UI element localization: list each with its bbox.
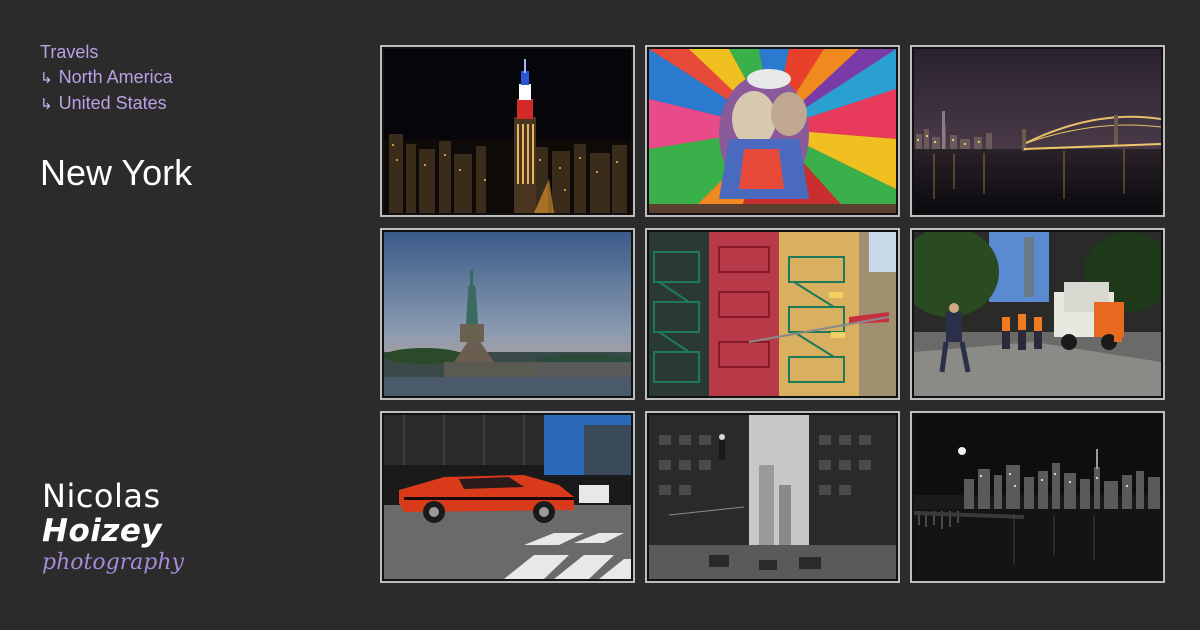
logo-last-name: Hoizey: [42, 513, 163, 549]
statue-of-liberty-photo: [384, 232, 631, 396]
gallery-thumb-red-car[interactable]: [380, 411, 635, 583]
gallery-thumb-fire-escapes[interactable]: [645, 228, 900, 400]
photo-gallery: [380, 45, 1165, 585]
site-logo[interactable]: Nicolas Hoizey photography: [42, 478, 192, 578]
breadcrumb-item-united-states[interactable]: ↳ United States: [40, 91, 173, 117]
breadcrumb-label: North America: [58, 67, 173, 87]
subdirectory-arrow-icon: ↳: [40, 95, 53, 113]
logo-first-name: Nicolas: [42, 477, 161, 515]
page: Travels ↳ North America ↳ United States Ne…: [0, 0, 1200, 630]
bw-avenue-photo: [649, 415, 896, 579]
breadcrumb-item-north-america[interactable]: ↳ North America: [40, 65, 173, 91]
empire-state-night-photo: [384, 49, 631, 213]
page-title: New York: [40, 152, 193, 193]
gallery-thumb-empire-state[interactable]: [380, 45, 635, 217]
bw-skyline-night-photo: [914, 415, 1161, 579]
breadcrumb-item-travels[interactable]: Travels: [40, 40, 173, 65]
red-muscle-car-photo: [384, 415, 631, 579]
gallery-thumb-street-workers[interactable]: [910, 228, 1165, 400]
subdirectory-arrow-icon: ↳: [40, 69, 53, 87]
colorful-mural-photo: [649, 49, 896, 213]
brooklyn-bridge-night-photo: [914, 49, 1161, 213]
breadcrumb-label: Travels: [40, 42, 99, 62]
gallery-thumb-bw-skyline[interactable]: [910, 411, 1165, 583]
gallery-thumb-mural[interactable]: [645, 45, 900, 217]
breadcrumb-label: United States: [58, 93, 167, 113]
breadcrumb: Travels ↳ North America ↳ United States: [40, 40, 173, 117]
gallery-thumb-brooklyn-bridge[interactable]: [910, 45, 1165, 217]
fire-escapes-photo: [649, 232, 896, 396]
gallery-thumb-statue-of-liberty[interactable]: [380, 228, 635, 400]
logo-tagline: photography: [42, 550, 184, 575]
gallery-thumb-bw-avenue[interactable]: [645, 411, 900, 583]
street-workers-photo: [914, 232, 1161, 396]
